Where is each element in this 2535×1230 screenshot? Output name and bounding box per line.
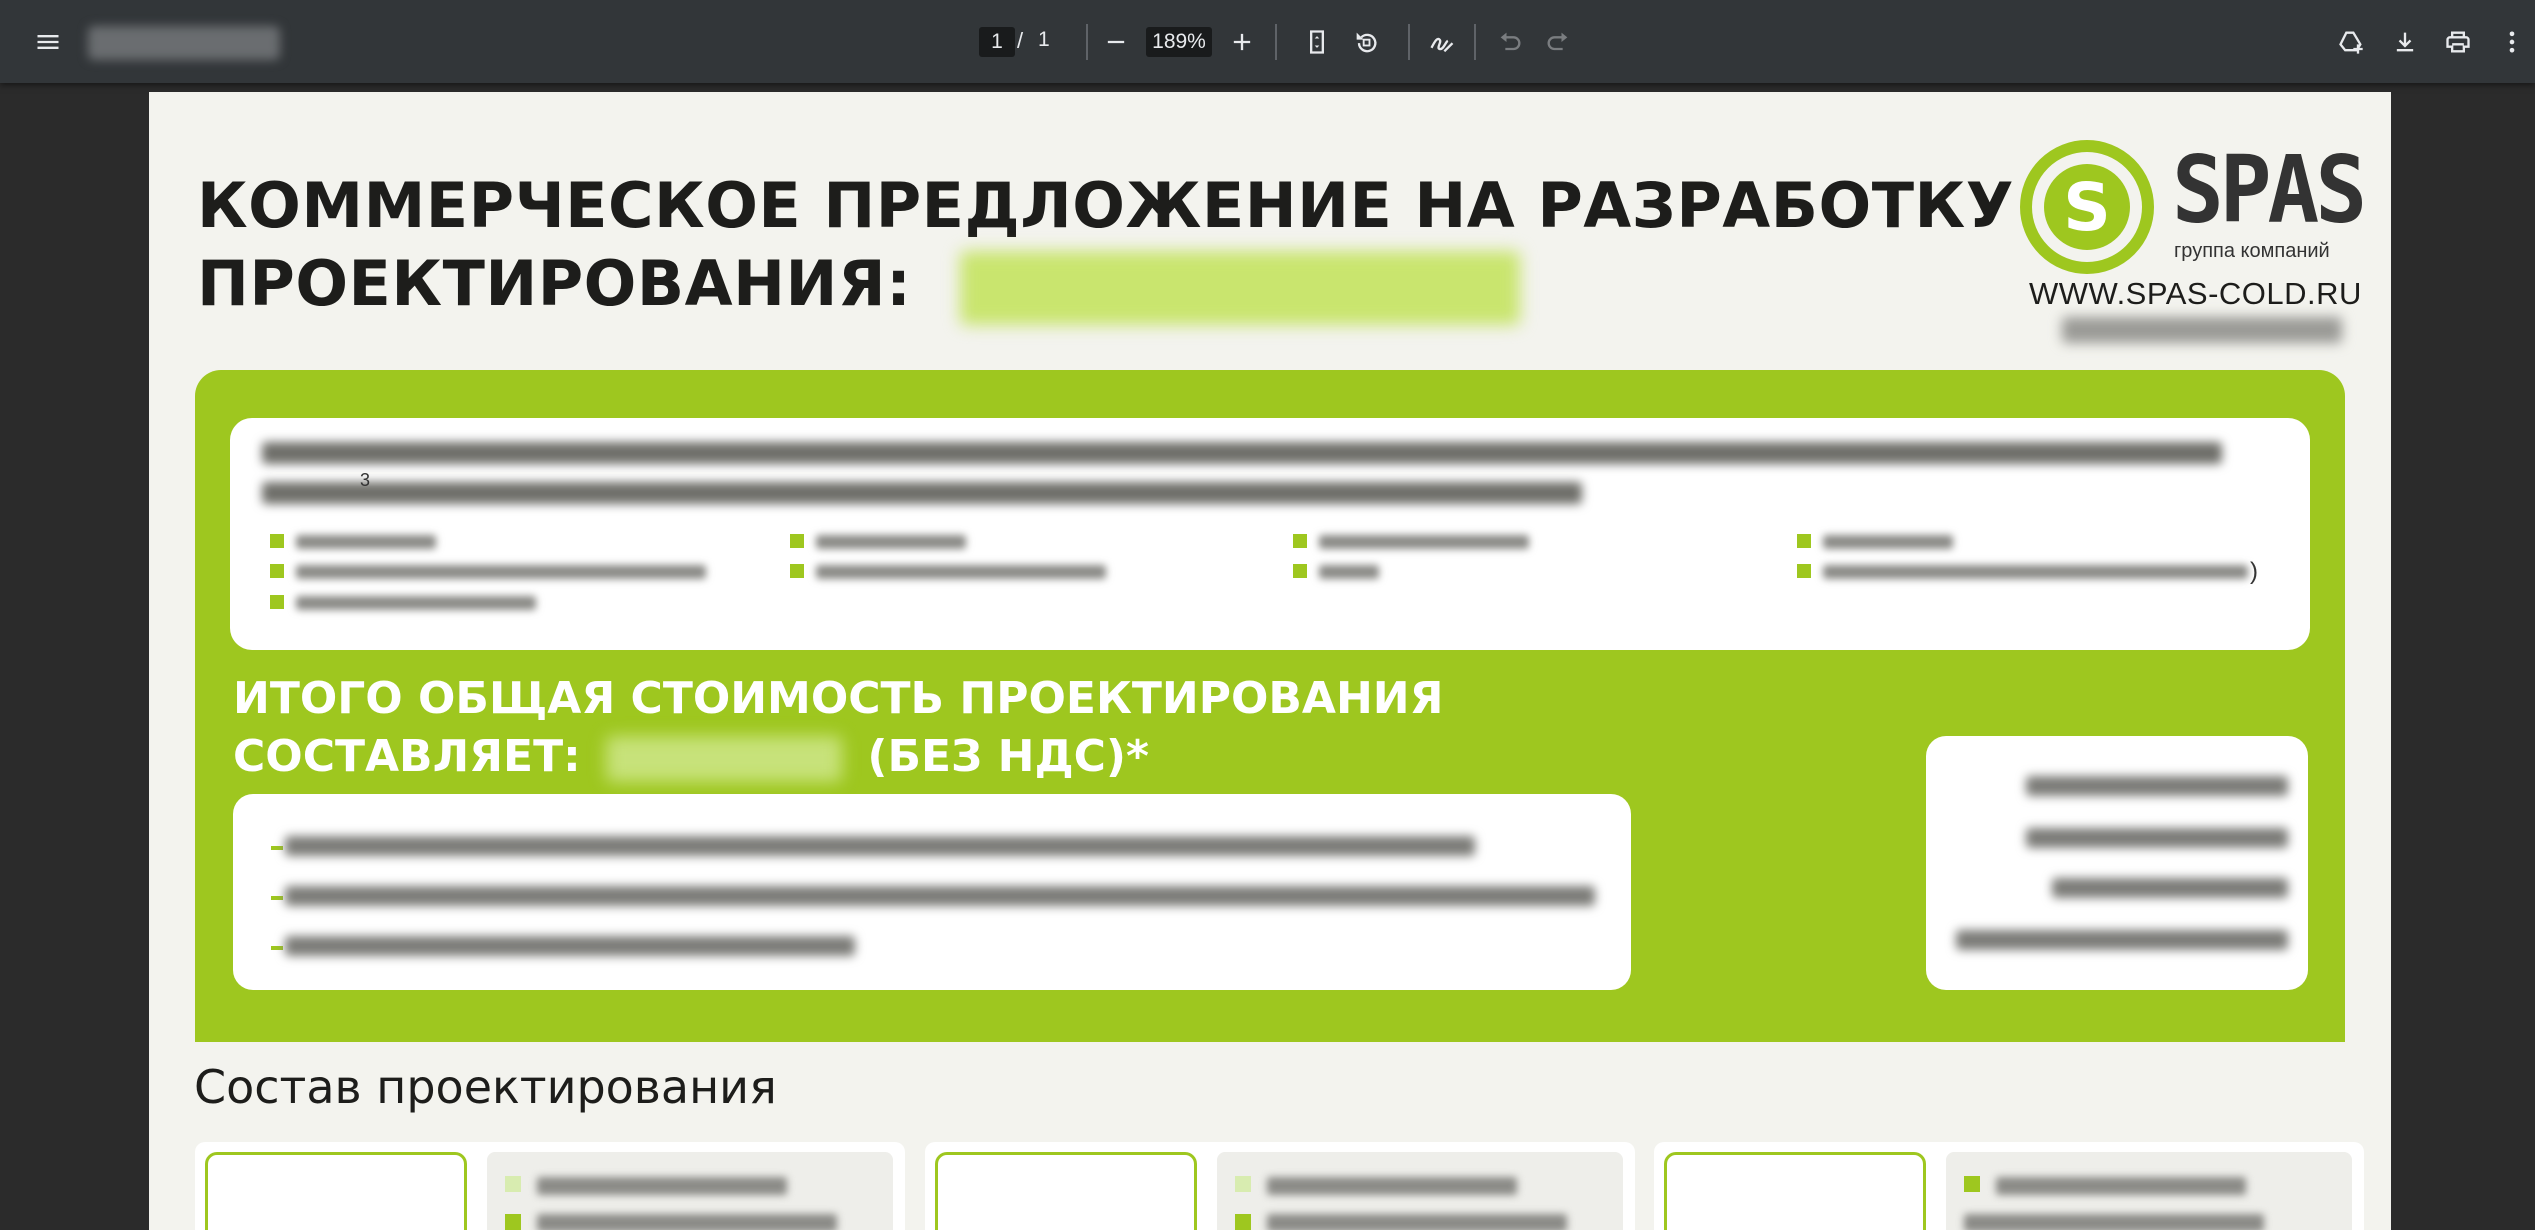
note-line xyxy=(285,936,855,956)
drive-add-icon[interactable] xyxy=(2329,20,2373,64)
logo-mark: S xyxy=(2044,164,2130,250)
toolbar-divider xyxy=(1086,24,1088,60)
total-line-1: ИТОГО ОБЩАЯ СТОИМОСТЬ ПРОЕКТИРОВАНИЯ xyxy=(233,673,1444,724)
document-title-redacted xyxy=(88,26,280,60)
website-url: WWW.SPAS-COLD.RU xyxy=(2029,276,2362,311)
list-item xyxy=(270,530,470,554)
logo-tagline: группа компаний xyxy=(2174,240,2330,262)
list-item xyxy=(270,560,730,584)
list-item xyxy=(1797,560,2257,584)
total-cost-heading: ИТОГО ОБЩАЯ СТОИМОСТЬ ПРОЕКТИРОВАНИЯ СОС… xyxy=(233,670,1733,786)
area-superscript: 3 xyxy=(360,470,371,490)
tile-image-frame xyxy=(1664,1152,1926,1230)
pdf-viewer-toolbar: 1 / 1 189% xyxy=(0,0,2535,83)
summary-block: 3 ) ИТОГО ОБЩАЯ СТОИМОСТЬ ПРОЕКТИРОВАНИЯ… xyxy=(195,370,2345,1042)
list-item xyxy=(1797,530,1997,554)
page-number-input[interactable]: 1 xyxy=(979,27,1015,57)
menu-icon[interactable] xyxy=(26,20,70,64)
description-text-line xyxy=(262,482,1582,504)
design-scope-tile xyxy=(925,1142,1635,1230)
title-line-1: КОММЕРЧЕСКОЕ ПРЕДЛОЖЕНИЕ НА РАЗРАБОТКУ xyxy=(197,169,2014,242)
print-icon[interactable] xyxy=(2436,20,2480,64)
list-item xyxy=(1293,560,1413,584)
minus-icon[interactable] xyxy=(1094,20,1138,64)
more-vert-icon[interactable] xyxy=(2490,20,2534,64)
toolbar-divider xyxy=(1275,24,1277,60)
tile-list xyxy=(487,1152,893,1230)
phone-line xyxy=(2026,828,2288,848)
toolbar-divider xyxy=(1408,24,1410,60)
contact-card xyxy=(1926,736,2308,990)
zoom-level-input[interactable]: 189% xyxy=(1146,27,1212,57)
logo-name: SPAS xyxy=(2172,136,2367,244)
list-item xyxy=(270,591,570,615)
redacted-project-name xyxy=(959,250,1520,325)
total-line-2-prefix: СОСТАВЛЯЕТ: xyxy=(233,731,581,782)
tile-image-frame xyxy=(935,1152,1197,1230)
notes-card xyxy=(233,794,1631,990)
email-line xyxy=(2052,878,2288,898)
description-text-line xyxy=(262,442,2222,464)
list-item xyxy=(1293,530,1553,554)
redacted-total-price xyxy=(606,736,843,782)
phone-line xyxy=(2026,776,2288,796)
title-line-2: ПРОЕКТИРОВАНИЯ: xyxy=(197,247,912,320)
redacted-document-number xyxy=(2062,317,2342,343)
page-separator: / xyxy=(1017,28,1024,53)
fit-page-icon[interactable] xyxy=(1295,20,1339,64)
tile-list xyxy=(1946,1152,2352,1230)
design-scope-tile xyxy=(1654,1142,2364,1230)
plus-icon[interactable] xyxy=(1220,20,1264,64)
manager-line xyxy=(1956,930,2288,950)
page-total: 1 xyxy=(1038,28,1050,51)
spas-logo: S SPAS группа компаний xyxy=(2020,136,2367,280)
total-line-2-suffix: (БЕЗ НДС)* xyxy=(867,731,1150,782)
page-title: КОММЕРЧЕСКОЕ ПРЕДЛОЖЕНИЕ НА РАЗРАБОТКУ П… xyxy=(197,167,2097,325)
undo-icon[interactable] xyxy=(1488,20,1532,64)
rotate-icon[interactable] xyxy=(1344,20,1388,64)
list-item xyxy=(790,560,1130,584)
toolbar-divider xyxy=(1474,24,1476,60)
list-item xyxy=(790,530,990,554)
pdf-page: КОММЕРЧЕСКОЕ ПРЕДЛОЖЕНИЕ НА РАЗРАБОТКУ П… xyxy=(149,92,2391,1230)
note-line xyxy=(285,836,1475,856)
tile-list xyxy=(1217,1152,1623,1230)
section-title: Состав проектирования xyxy=(194,1060,777,1114)
download-icon[interactable] xyxy=(2383,20,2427,64)
redo-icon[interactable] xyxy=(1536,20,1580,64)
logo-circle: S xyxy=(2020,140,2154,274)
draw-icon[interactable] xyxy=(1420,20,1464,64)
list-closing-paren: ) xyxy=(2250,558,2258,585)
note-line xyxy=(285,886,1595,906)
design-scope-tile xyxy=(195,1142,905,1230)
tile-image-frame xyxy=(205,1152,467,1230)
description-card: 3 ) xyxy=(230,418,2310,650)
